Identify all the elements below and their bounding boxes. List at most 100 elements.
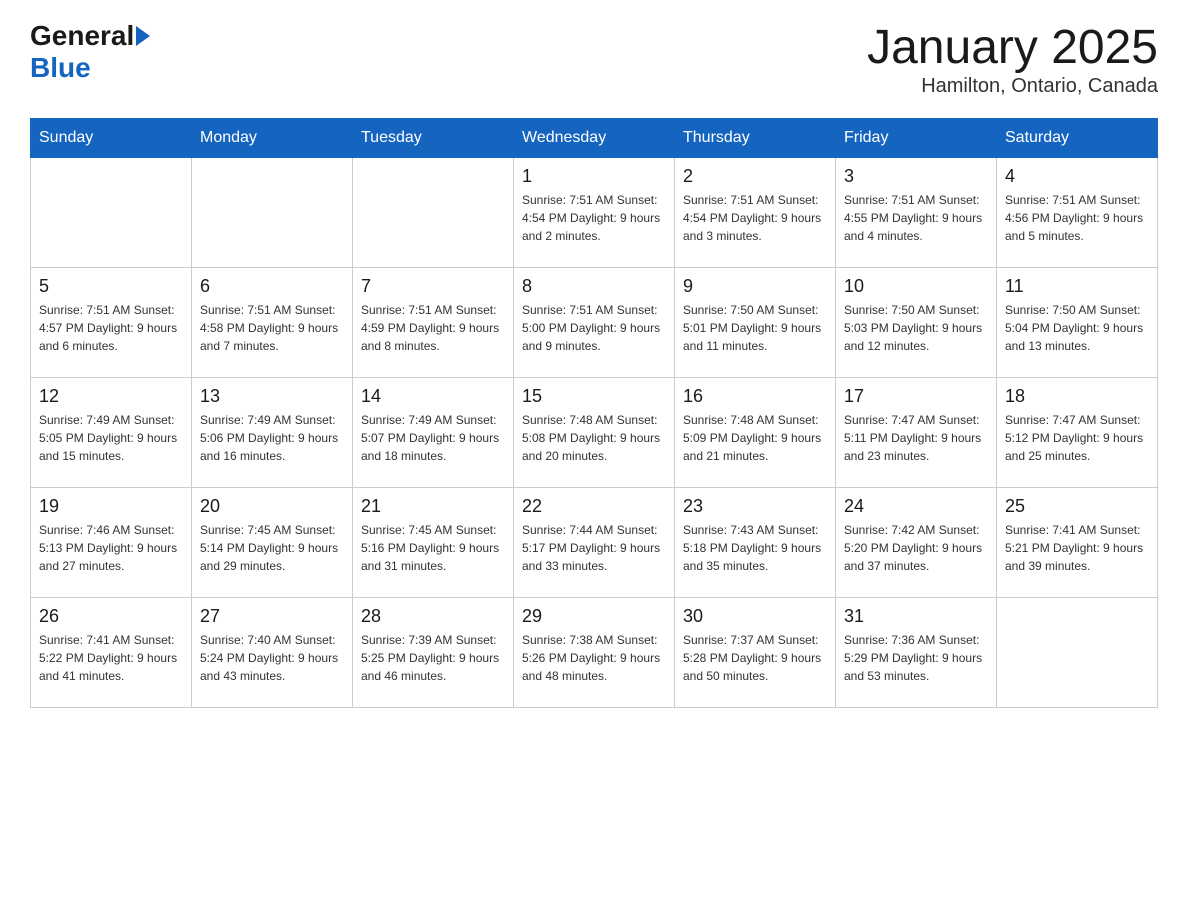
- day-info: Sunrise: 7:47 AM Sunset: 5:12 PM Dayligh…: [1005, 411, 1149, 465]
- day-number: 24: [844, 496, 988, 517]
- day-number: 8: [522, 276, 666, 297]
- day-info: Sunrise: 7:51 AM Sunset: 5:00 PM Dayligh…: [522, 301, 666, 355]
- calendar-day-header: Sunday: [31, 119, 192, 158]
- day-number: 30: [683, 606, 827, 627]
- calendar-day-header: Monday: [192, 119, 353, 158]
- day-info: Sunrise: 7:45 AM Sunset: 5:14 PM Dayligh…: [200, 521, 344, 575]
- calendar-cell: 12 Sunrise: 7:49 AM Sunset: 5:05 PM Dayli…: [31, 378, 192, 488]
- day-info: Sunrise: 7:47 AM Sunset: 5:11 PM Dayligh…: [844, 411, 988, 465]
- day-info: Sunrise: 7:51 AM Sunset: 4:54 PM Dayligh…: [683, 191, 827, 245]
- calendar-cell: [31, 158, 192, 268]
- day-info: Sunrise: 7:39 AM Sunset: 5:25 PM Dayligh…: [361, 631, 505, 685]
- day-info: Sunrise: 7:49 AM Sunset: 5:06 PM Dayligh…: [200, 411, 344, 465]
- day-info: Sunrise: 7:51 AM Sunset: 4:59 PM Dayligh…: [361, 301, 505, 355]
- calendar-cell: 19 Sunrise: 7:46 AM Sunset: 5:13 PM Dayli…: [31, 488, 192, 598]
- day-info: Sunrise: 7:51 AM Sunset: 4:55 PM Dayligh…: [844, 191, 988, 245]
- day-info: Sunrise: 7:48 AM Sunset: 5:08 PM Dayligh…: [522, 411, 666, 465]
- calendar-cell: 10 Sunrise: 7:50 AM Sunset: 5:03 PM Dayli…: [836, 268, 997, 378]
- calendar-cell: 5Sunrise: 7:51 AM Sunset: 4:57 PM Daylig…: [31, 268, 192, 378]
- day-number: 11: [1005, 276, 1149, 297]
- day-number: 12: [39, 386, 183, 407]
- calendar-week-row: 12 Sunrise: 7:49 AM Sunset: 5:05 PM Dayli…: [31, 378, 1158, 488]
- calendar-cell: 22 Sunrise: 7:44 AM Sunset: 5:17 PM Dayli…: [514, 488, 675, 598]
- day-info: Sunrise: 7:38 AM Sunset: 5:26 PM Dayligh…: [522, 631, 666, 685]
- calendar-cell: 6 Sunrise: 7:51 AM Sunset: 4:58 PM Daylig…: [192, 268, 353, 378]
- day-number: 19: [39, 496, 183, 517]
- calendar-cell: 16Sunrise: 7:48 AM Sunset: 5:09 PM Dayli…: [675, 378, 836, 488]
- calendar-cell: 23 Sunrise: 7:43 AM Sunset: 5:18 PM Dayli…: [675, 488, 836, 598]
- calendar-cell: 27Sunrise: 7:40 AM Sunset: 5:24 PM Dayli…: [192, 598, 353, 708]
- calendar-week-row: 5Sunrise: 7:51 AM Sunset: 4:57 PM Daylig…: [31, 268, 1158, 378]
- day-number: 31: [844, 606, 988, 627]
- day-number: 9: [683, 276, 827, 297]
- calendar-cell: 20Sunrise: 7:45 AM Sunset: 5:14 PM Dayli…: [192, 488, 353, 598]
- calendar-day-header: Wednesday: [514, 119, 675, 158]
- calendar-cell: 28 Sunrise: 7:39 AM Sunset: 5:25 PM Dayli…: [353, 598, 514, 708]
- day-number: 21: [361, 496, 505, 517]
- calendar-cell: 7 Sunrise: 7:51 AM Sunset: 4:59 PM Daylig…: [353, 268, 514, 378]
- calendar-cell: 30Sunrise: 7:37 AM Sunset: 5:28 PM Dayli…: [675, 598, 836, 708]
- month-title: January 2025: [867, 20, 1158, 75]
- day-number: 2: [683, 166, 827, 187]
- calendar-week-row: 19 Sunrise: 7:46 AM Sunset: 5:13 PM Dayli…: [31, 488, 1158, 598]
- calendar-cell: 11Sunrise: 7:50 AM Sunset: 5:04 PM Dayli…: [997, 268, 1158, 378]
- calendar-header-row: SundayMondayTuesdayWednesdayThursdayFrid…: [31, 119, 1158, 158]
- day-number: 3: [844, 166, 988, 187]
- day-number: 10: [844, 276, 988, 297]
- calendar-cell: 4Sunrise: 7:51 AM Sunset: 4:56 PM Daylig…: [997, 158, 1158, 268]
- day-info: Sunrise: 7:42 AM Sunset: 5:20 PM Dayligh…: [844, 521, 988, 575]
- calendar-cell: 9 Sunrise: 7:50 AM Sunset: 5:01 PM Daylig…: [675, 268, 836, 378]
- day-number: 22: [522, 496, 666, 517]
- day-info: Sunrise: 7:49 AM Sunset: 5:07 PM Dayligh…: [361, 411, 505, 465]
- calendar-cell: 13 Sunrise: 7:49 AM Sunset: 5:06 PM Dayli…: [192, 378, 353, 488]
- day-info: Sunrise: 7:50 AM Sunset: 5:03 PM Dayligh…: [844, 301, 988, 355]
- calendar-cell: [353, 158, 514, 268]
- calendar-cell: 8 Sunrise: 7:51 AM Sunset: 5:00 PM Daylig…: [514, 268, 675, 378]
- day-info: Sunrise: 7:41 AM Sunset: 5:21 PM Dayligh…: [1005, 521, 1149, 575]
- day-number: 13: [200, 386, 344, 407]
- logo-blue-text: Blue: [30, 52, 91, 83]
- day-number: 29: [522, 606, 666, 627]
- day-number: 1: [522, 166, 666, 187]
- day-number: 5: [39, 276, 183, 297]
- calendar-day-header: Friday: [836, 119, 997, 158]
- day-number: 7: [361, 276, 505, 297]
- day-number: 18: [1005, 386, 1149, 407]
- location: Hamilton, Ontario, Canada: [867, 75, 1158, 98]
- day-info: Sunrise: 7:50 AM Sunset: 5:01 PM Dayligh…: [683, 301, 827, 355]
- calendar-cell: 1 Sunrise: 7:51 AM Sunset: 4:54 PM Daylig…: [514, 158, 675, 268]
- day-info: Sunrise: 7:48 AM Sunset: 5:09 PM Dayligh…: [683, 411, 827, 465]
- calendar-cell: 24 Sunrise: 7:42 AM Sunset: 5:20 PM Dayli…: [836, 488, 997, 598]
- calendar-cell: 31 Sunrise: 7:36 AM Sunset: 5:29 PM Dayli…: [836, 598, 997, 708]
- calendar-cell: [192, 158, 353, 268]
- calendar-day-header: Tuesday: [353, 119, 514, 158]
- day-info: Sunrise: 7:51 AM Sunset: 4:58 PM Dayligh…: [200, 301, 344, 355]
- calendar-cell: [997, 598, 1158, 708]
- day-number: 25: [1005, 496, 1149, 517]
- calendar-day-header: Saturday: [997, 119, 1158, 158]
- day-info: Sunrise: 7:43 AM Sunset: 5:18 PM Dayligh…: [683, 521, 827, 575]
- calendar-cell: 25 Sunrise: 7:41 AM Sunset: 5:21 PM Dayli…: [997, 488, 1158, 598]
- calendar-week-row: 26Sunrise: 7:41 AM Sunset: 5:22 PM Dayli…: [31, 598, 1158, 708]
- day-info: Sunrise: 7:51 AM Sunset: 4:54 PM Dayligh…: [522, 191, 666, 245]
- day-info: Sunrise: 7:45 AM Sunset: 5:16 PM Dayligh…: [361, 521, 505, 575]
- calendar-cell: 15Sunrise: 7:48 AM Sunset: 5:08 PM Dayli…: [514, 378, 675, 488]
- calendar-cell: 2 Sunrise: 7:51 AM Sunset: 4:54 PM Daylig…: [675, 158, 836, 268]
- day-info: Sunrise: 7:40 AM Sunset: 5:24 PM Dayligh…: [200, 631, 344, 685]
- day-info: Sunrise: 7:49 AM Sunset: 5:05 PM Dayligh…: [39, 411, 183, 465]
- calendar-cell: 21 Sunrise: 7:45 AM Sunset: 5:16 PM Dayli…: [353, 488, 514, 598]
- day-info: Sunrise: 7:44 AM Sunset: 5:17 PM Dayligh…: [522, 521, 666, 575]
- logo: General Blue: [30, 20, 152, 84]
- calendar-table: SundayMondayTuesdayWednesdayThursdayFrid…: [30, 118, 1158, 708]
- day-number: 28: [361, 606, 505, 627]
- calendar-cell: 18 Sunrise: 7:47 AM Sunset: 5:12 PM Dayli…: [997, 378, 1158, 488]
- day-info: Sunrise: 7:51 AM Sunset: 4:56 PM Dayligh…: [1005, 191, 1149, 245]
- day-number: 26: [39, 606, 183, 627]
- calendar-week-row: 1 Sunrise: 7:51 AM Sunset: 4:54 PM Daylig…: [31, 158, 1158, 268]
- calendar-cell: 17Sunrise: 7:47 AM Sunset: 5:11 PM Dayli…: [836, 378, 997, 488]
- logo-arrow-icon: [136, 26, 150, 46]
- day-number: 6: [200, 276, 344, 297]
- day-info: Sunrise: 7:36 AM Sunset: 5:29 PM Dayligh…: [844, 631, 988, 685]
- day-number: 23: [683, 496, 827, 517]
- day-info: Sunrise: 7:46 AM Sunset: 5:13 PM Dayligh…: [39, 521, 183, 575]
